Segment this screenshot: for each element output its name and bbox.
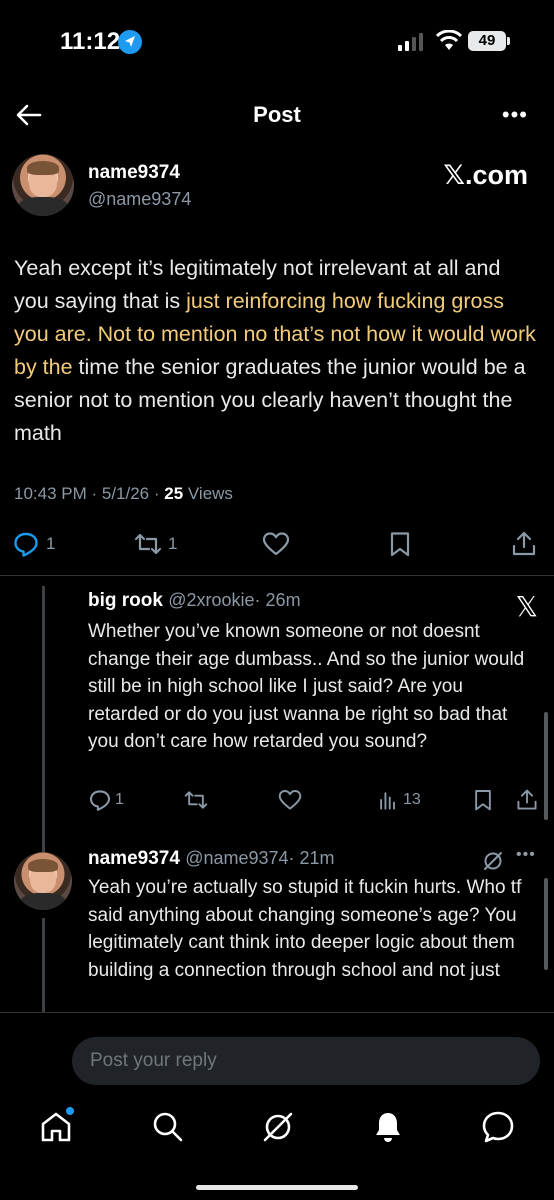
search-icon — [153, 1112, 183, 1142]
nav-grok[interactable] — [260, 1109, 296, 1145]
thread-line — [42, 918, 45, 1012]
post-actions: 1 1 — [0, 526, 554, 562]
repost-button[interactable]: 1 — [134, 526, 177, 562]
post-timestamp: 10:43 PM · 5/1/26 · — [14, 484, 165, 503]
cellular-signal-icon — [398, 33, 423, 51]
nav-home[interactable] — [38, 1107, 74, 1145]
reply-icon — [89, 790, 111, 811]
avatar[interactable] — [12, 154, 74, 216]
notification-dot — [66, 1107, 74, 1115]
location-arrow-icon — [118, 30, 142, 54]
reply-author-handle[interactable]: @name9374 — [185, 848, 288, 868]
battery-indicator: 49 — [468, 31, 510, 51]
views-count: 25 — [164, 484, 184, 503]
reply-author[interactable]: name9374 @name9374· 21m — [88, 848, 335, 870]
bookmark-icon — [390, 532, 410, 557]
reply-time: · 21m — [288, 848, 335, 868]
x-com-watermark: 𝕏.com — [443, 160, 528, 190]
reply-views-count: 13 — [403, 791, 421, 808]
bookmark-button[interactable] — [386, 526, 414, 562]
post-header: Post ••• — [0, 90, 554, 140]
reply-reply-button[interactable]: 1 — [88, 788, 124, 812]
scrollbar[interactable] — [544, 712, 548, 820]
nav-notifications[interactable] — [370, 1109, 406, 1145]
views-label: Views — [183, 484, 233, 503]
views-chart-icon — [380, 792, 395, 810]
reply-views[interactable]: 13 — [376, 788, 421, 812]
reply-author-handle[interactable]: @2xrookie — [168, 590, 254, 610]
share-button[interactable] — [510, 526, 538, 562]
reply-actions: 1 13 — [0, 788, 554, 818]
divider — [0, 575, 554, 576]
status-time: 11:12 — [60, 28, 121, 55]
reply-like-button[interactable] — [278, 788, 302, 812]
bell-icon — [376, 1113, 400, 1142]
heart-icon — [278, 790, 302, 810]
nav-search[interactable] — [150, 1109, 186, 1145]
avatar[interactable] — [14, 852, 72, 910]
author-handle[interactable]: @name9374 — [88, 189, 191, 210]
share-icon — [512, 531, 536, 556]
page-title: Post — [253, 102, 301, 127]
home-indicator[interactable] — [196, 1185, 358, 1190]
grok-icon — [263, 1112, 293, 1142]
reply-share-button[interactable] — [515, 788, 539, 812]
bottom-nav — [0, 1107, 554, 1153]
share-icon — [517, 789, 537, 810]
status-bar: 11:12 49 — [0, 0, 554, 80]
grok-icon[interactable] — [482, 850, 504, 872]
nav-messages[interactable] — [480, 1109, 516, 1145]
reply-author-name[interactable]: name9374 — [88, 848, 180, 869]
like-button[interactable] — [262, 526, 290, 562]
reply-reply-count: 1 — [115, 791, 124, 808]
reply-composer-bar: Post your reply — [0, 1012, 554, 1200]
reply-icon — [14, 532, 38, 557]
repost-icon — [134, 533, 162, 555]
author-name[interactable]: name9374 — [88, 162, 180, 184]
repost-icon — [184, 791, 208, 809]
post-text-part: time the senior graduates the junior wou… — [14, 355, 526, 445]
reply-button[interactable]: 1 — [12, 526, 55, 562]
more-options-icon[interactable]: ••• — [516, 846, 536, 864]
scrollbar[interactable] — [544, 878, 548, 970]
wifi-icon — [436, 30, 462, 50]
heart-icon — [262, 532, 290, 556]
reply-author[interactable]: big rook @2xrookie· 26m — [88, 590, 301, 612]
reply-count: 1 — [46, 534, 56, 553]
reply-author-name[interactable]: big rook — [88, 590, 163, 611]
reply-input[interactable]: Post your reply — [72, 1037, 540, 1085]
more-options-icon[interactable]: ••• — [502, 104, 528, 126]
repost-count: 1 — [168, 534, 178, 553]
post-text: Yeah except it’s legitimately not irrele… — [14, 252, 540, 450]
bookmark-icon — [475, 790, 491, 811]
post-meta: 10:43 PM · 5/1/26 · 25 Views — [14, 484, 233, 504]
reply-bookmark-button[interactable] — [471, 788, 495, 812]
reply-text: Yeah you’re actually so stupid it fuckin… — [88, 877, 522, 981]
message-bubble-icon — [482, 1111, 514, 1143]
reply-text: Whether you’ve known someone or not does… — [88, 621, 525, 752]
reply-time: · 26m — [254, 590, 301, 610]
reply-repost-button[interactable] — [184, 788, 208, 812]
